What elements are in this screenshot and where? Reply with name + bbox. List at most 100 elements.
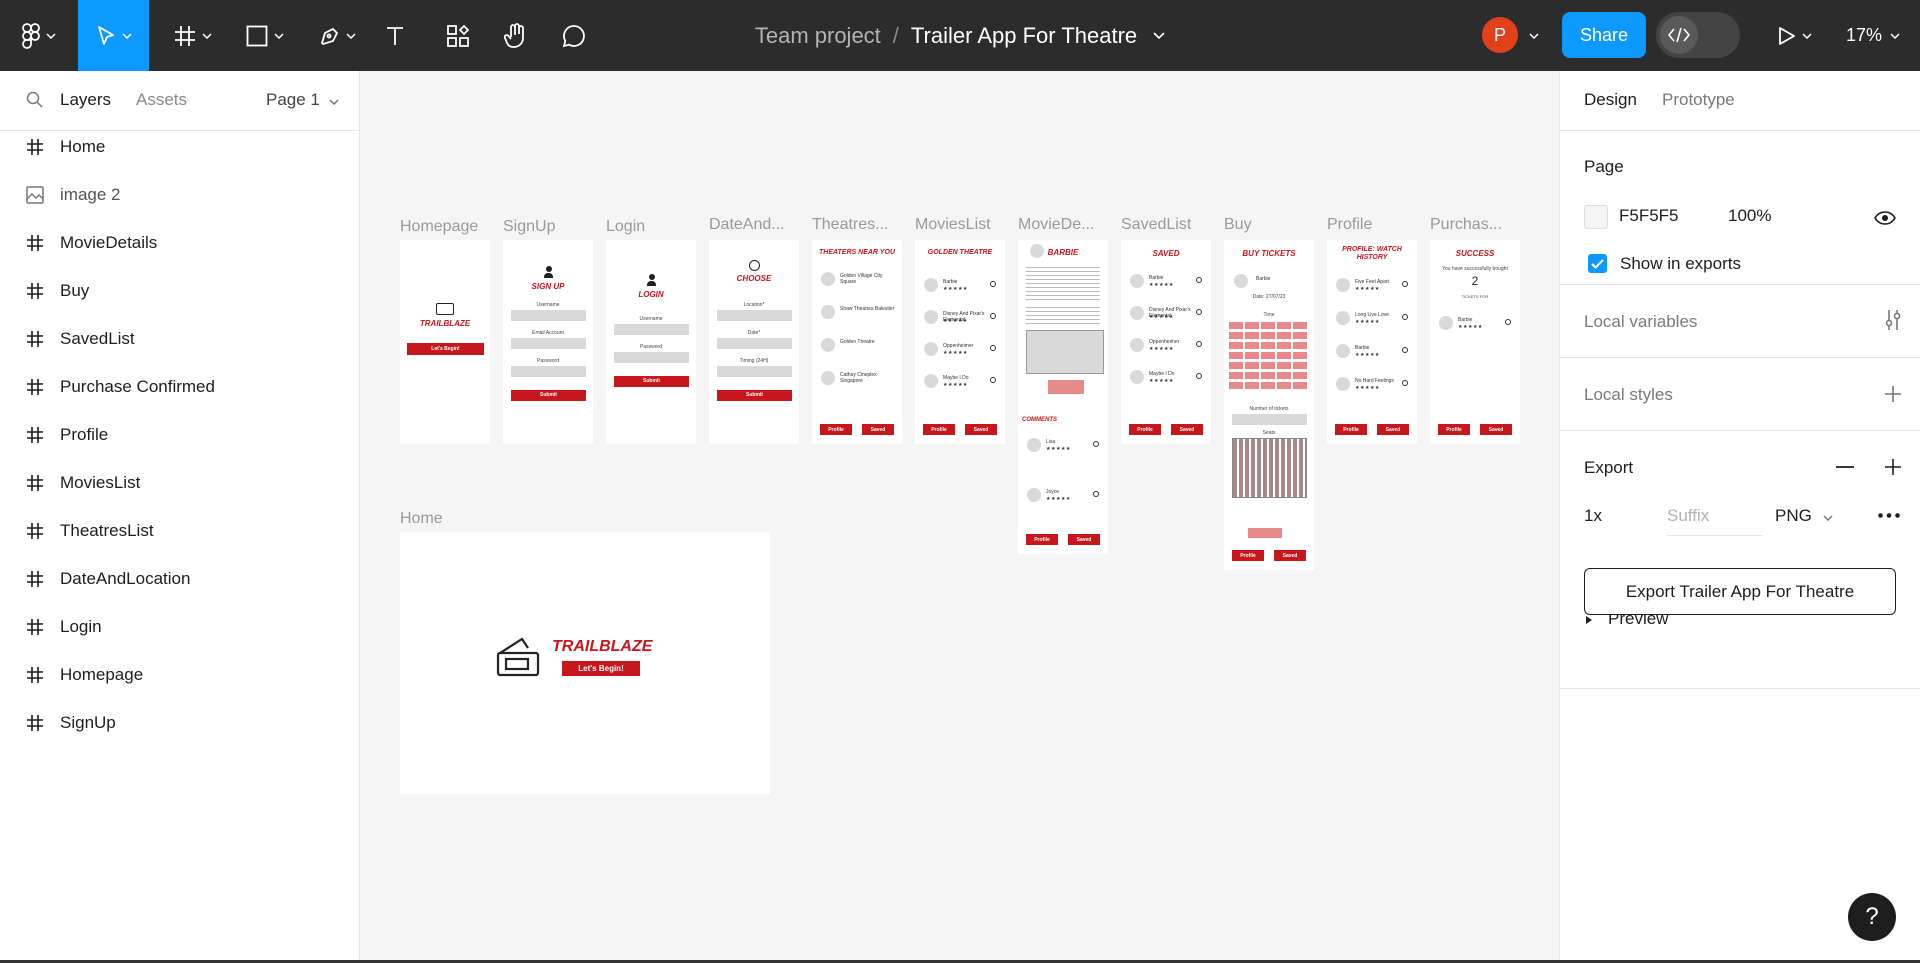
frame-label[interactable]: DateAnd... <box>709 216 807 234</box>
layer-item[interactable]: SignUp <box>0 703 359 743</box>
layer-item[interactable]: Buy <box>0 271 359 311</box>
plus-icon[interactable] <box>1884 385 1902 403</box>
layer-item[interactable]: SavedList <box>0 319 359 359</box>
frame-movie-details[interactable]: BARBIE COMMENTS Lisa ★★★★★ Joyce ★★★★★ Prof… <box>1018 240 1108 554</box>
chevron-down-icon[interactable] <box>1153 32 1165 39</box>
file-name[interactable]: Trailer App For Theatre <box>911 23 1137 49</box>
frame-movies-list[interactable]: GOLDEN THEATRE Barbie ★★★★★ Disney And Pix… <box>915 240 1005 444</box>
cast-text <box>1026 304 1100 324</box>
avatar[interactable]: P <box>1482 17 1518 53</box>
share-button[interactable]: Share <box>1562 12 1646 58</box>
frame-label[interactable]: Profile <box>1327 216 1425 234</box>
variables-icon[interactable] <box>1884 309 1902 331</box>
search-icon[interactable] <box>26 91 44 109</box>
location-label: Location* <box>743 302 765 308</box>
layer-item[interactable]: Home <box>0 127 359 167</box>
frame-home[interactable]: TRAILBLAZE Let's Begin! <box>400 532 770 794</box>
page-color-value[interactable]: F5F5F5 <box>1619 206 1679 226</box>
bookmark-icon <box>990 281 996 287</box>
movies-title: GOLDEN THEATRE <box>927 249 993 256</box>
main-menu-button[interactable] <box>14 0 64 71</box>
tab-design[interactable]: Design <box>1584 90 1637 110</box>
caret-right-icon[interactable] <box>1585 615 1593 625</box>
frame-date-and-location[interactable]: CHOOSE Location* Date* Timing (24H) Subm… <box>709 240 799 444</box>
layer-name: DateAndLocation <box>60 569 191 588</box>
layer-item[interactable]: DateAndLocation <box>0 559 359 599</box>
frame-label-home[interactable]: Home <box>400 510 443 528</box>
tab-layers[interactable]: Layers <box>60 90 111 110</box>
layer-name: Profile <box>60 425 109 444</box>
page-opacity-value[interactable]: 100% <box>1728 206 1771 226</box>
zoom-control[interactable]: 17% <box>1846 0 1900 71</box>
frame-icon <box>27 619 43 635</box>
eye-icon[interactable] <box>1874 211 1896 225</box>
export-section: Export 1x Suffix PNG Preview <box>1560 431 1920 689</box>
comment-tool-button[interactable] <box>556 0 592 71</box>
page-selector[interactable]: Page 1 <box>266 90 339 110</box>
saved-nav-button: Saved <box>862 424 894 435</box>
hand-tool-button[interactable] <box>498 0 534 71</box>
frame-label[interactable]: SignUp <box>503 218 601 236</box>
file-title-area[interactable]: Team project / Trailer App For Theatre <box>700 0 1220 71</box>
frame-label[interactable]: MovieDe... <box>1018 216 1116 234</box>
frame-purchase-confirmed[interactable]: SUCCESS You have successfully bought 2 T… <box>1430 240 1520 444</box>
list-item: Maybe I Do ★★★★★ <box>921 372 999 390</box>
present-button[interactable] <box>1770 0 1820 71</box>
frame-label[interactable]: Login <box>606 218 704 236</box>
purchased-movie-title: Barbie <box>1458 317 1473 323</box>
frame-label[interactable]: Buy <box>1224 216 1322 234</box>
frame-login[interactable]: LOGIN Username Password Submit <box>606 240 696 444</box>
list-item-title: Oppenheimer <box>1149 339 1180 345</box>
layer-item[interactable]: Login <box>0 607 359 647</box>
text-tool-button[interactable] <box>380 0 410 71</box>
frame-icon <box>27 331 43 347</box>
frame-label[interactable]: MoviesList <box>915 216 1013 234</box>
shape-tool-button[interactable] <box>238 0 292 71</box>
frame-theatres-list[interactable]: THEATERS NEAR YOU Golden Village City Sq… <box>812 240 902 444</box>
frame-signup[interactable]: SIGN UP Username Email Account Password … <box>503 240 593 444</box>
play-icon <box>1779 26 1795 45</box>
tab-assets[interactable]: Assets <box>136 90 187 110</box>
show-in-exports-checkbox[interactable] <box>1588 254 1607 273</box>
layer-item[interactable]: Purchase Confirmed <box>0 367 359 407</box>
chevron-down-icon[interactable] <box>1529 33 1539 39</box>
design-canvas[interactable]: Homepage SignUp Login DateAnd... Theatres...… <box>360 71 1559 960</box>
export-button[interactable]: Export Trailer App For Theatre <box>1584 568 1896 615</box>
frame-homepage[interactable]: TRAILBLAZE Let's Begin! <box>400 240 490 444</box>
export-scale[interactable]: 1x <box>1584 506 1602 526</box>
frame-label[interactable]: SavedList <box>1121 216 1219 234</box>
layer-item[interactable]: Homepage <box>0 655 359 695</box>
dev-mode-toggle[interactable] <box>1656 12 1740 58</box>
frame-profile[interactable]: PROFILE: WATCH HISTORY Five Feet Apart ★★… <box>1327 240 1417 444</box>
more-options-icon[interactable] <box>1878 513 1900 518</box>
minus-icon[interactable] <box>1836 466 1854 468</box>
page-selector-label: Page 1 <box>266 90 320 109</box>
list-item: Disney And Pixar's Elemental ★★★★★ <box>1127 304 1205 322</box>
frame-tool-button[interactable] <box>166 0 220 71</box>
export-format-select[interactable]: PNG <box>1775 506 1833 526</box>
layer-item[interactable]: TheatresList <box>0 511 359 551</box>
plus-icon[interactable] <box>1884 458 1902 476</box>
frame-buy[interactable]: BUY TICKETS Barbie Date: 27/07/23 Time N… <box>1224 240 1314 570</box>
frame-saved-list[interactable]: SAVED Barbie ★★★★★ Disney And Pixar's Elem… <box>1121 240 1211 444</box>
layer-name: SignUp <box>60 713 116 732</box>
thumbnail <box>1027 488 1041 502</box>
tab-prototype[interactable]: Prototype <box>1662 90 1735 110</box>
location-field <box>717 310 792 321</box>
help-button[interactable]: ? <box>1848 893 1896 941</box>
frame-label[interactable]: Purchas... <box>1430 216 1528 234</box>
breadcrumb-team[interactable]: Team project <box>755 23 881 49</box>
layer-item[interactable]: Profile <box>0 415 359 455</box>
cursor-arrow-icon <box>97 25 114 45</box>
layer-item[interactable]: MoviesList <box>0 463 359 503</box>
time-slots-grid <box>1229 322 1309 392</box>
layer-item[interactable]: MovieDetails <box>0 223 359 263</box>
frame-label[interactable]: Theatres... <box>812 216 910 234</box>
pen-tool-button[interactable] <box>310 0 364 71</box>
move-tool-button[interactable] <box>78 0 149 71</box>
layer-item[interactable]: image 2 <box>0 175 359 215</box>
page-color-swatch[interactable] <box>1584 205 1608 229</box>
export-suffix-input[interactable]: Suffix <box>1667 506 1763 536</box>
resources-button[interactable] <box>440 0 476 71</box>
frame-label[interactable]: Homepage <box>400 218 498 236</box>
